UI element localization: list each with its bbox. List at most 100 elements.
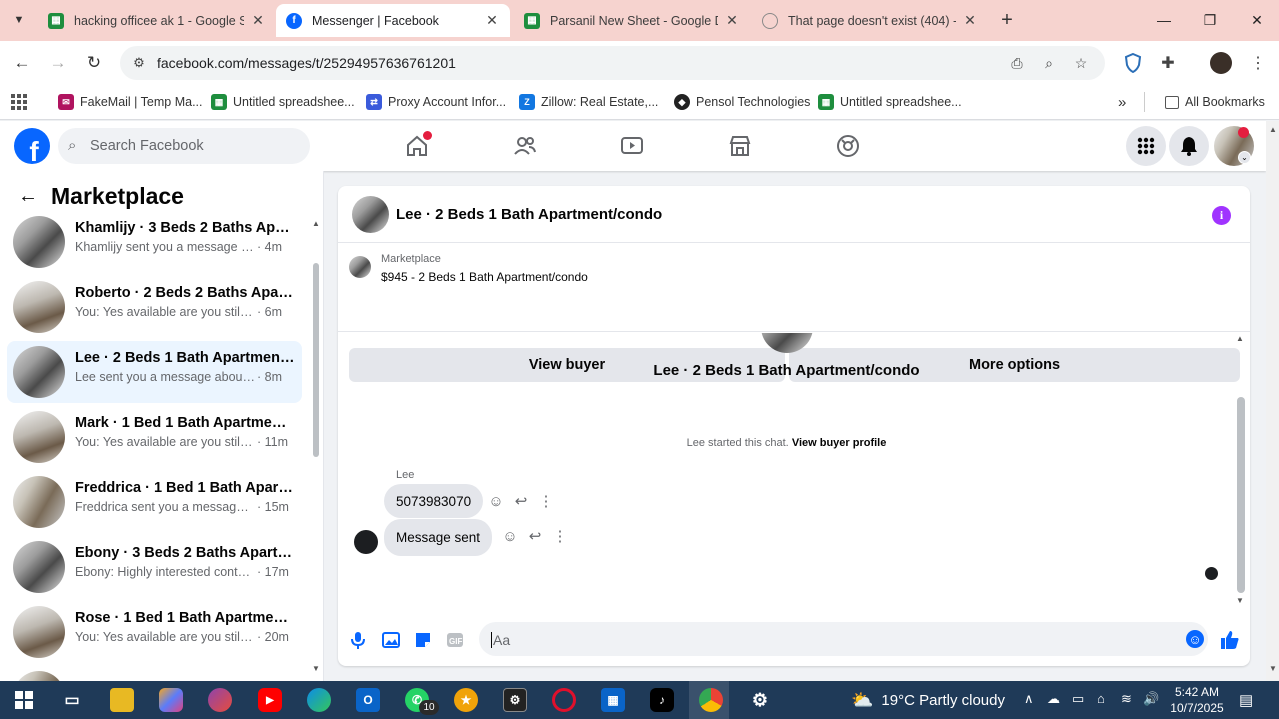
close-tab-icon[interactable]: ✕: [484, 12, 500, 29]
file-explorer-icon[interactable]: [110, 688, 134, 712]
volume-icon[interactable]: 🔊: [1143, 691, 1159, 707]
back-arrow-icon[interactable]: ←: [18, 185, 38, 208]
bookmark-spreadsheet-2[interactable]: ▦ Untitled spreadshee...: [818, 92, 962, 112]
more-actions-icon[interactable]: ⋮: [537, 492, 555, 510]
outlook-icon[interactable]: O: [356, 688, 380, 712]
scroll-up-icon[interactable]: ▲: [1236, 334, 1244, 343]
scroll-up-icon[interactable]: ▲: [1269, 125, 1277, 134]
tab-parsanil-sheet[interactable]: ▦ Parsanil New Sheet - Google Dr ✕: [514, 4, 750, 37]
facebook-search-input[interactable]: ⌕ Search Facebook: [58, 128, 310, 164]
install-app-icon[interactable]: ⎙: [1008, 54, 1026, 72]
all-bookmarks[interactable]: All Bookmarks: [1165, 92, 1265, 112]
menu-grid-button[interactable]: [1126, 126, 1166, 166]
emoji-icon[interactable]: ☺: [1186, 630, 1204, 648]
url-text[interactable]: facebook.com/messages/t/2529495763676120…: [157, 55, 456, 71]
message-thread-scrollbar[interactable]: ▲ ▼: [1236, 333, 1246, 613]
page-scrollbar[interactable]: ▲ ▼: [1266, 121, 1279, 681]
react-emoji-icon[interactable]: ☺: [487, 492, 505, 510]
react-emoji-icon[interactable]: ☺: [501, 527, 519, 545]
conversation-item[interactable]: Roberto · 2 Beds 2 Baths Apart... You: Y…: [7, 276, 302, 338]
bookmark-zillow[interactable]: Z Zillow: Real Estate,...: [519, 92, 658, 112]
sender-avatar[interactable]: [354, 530, 378, 554]
close-window-icon[interactable]: ✕: [1245, 8, 1269, 32]
extensions-icon[interactable]: ✚: [1157, 52, 1179, 74]
sticker-icon[interactable]: [413, 630, 433, 650]
info-icon[interactable]: i: [1212, 206, 1231, 225]
video-nav-icon[interactable]: [618, 132, 646, 160]
site-info-icon[interactable]: ⚙: [130, 54, 148, 72]
zoom-icon[interactable]: ⌕: [1040, 54, 1058, 72]
scroll-down-icon[interactable]: ▼: [1269, 664, 1277, 673]
more-actions-icon[interactable]: ⋮: [551, 527, 569, 545]
listing-price[interactable]: $945 - 2 Beds 1 Bath Apartment/condo: [381, 270, 588, 284]
chrome-icon[interactable]: [699, 688, 723, 712]
chat-avatar[interactable]: [352, 196, 389, 233]
app-icon[interactable]: [208, 688, 232, 712]
tab-404-page[interactable]: That page doesn't exist (404) - F ✕: [752, 4, 988, 37]
bookmark-fakemail[interactable]: ✉ FakeMail | Temp Ma...: [58, 92, 203, 112]
rewards-icon[interactable]: ★: [454, 688, 478, 712]
youtube-icon[interactable]: ▶: [258, 688, 282, 712]
chrome-menu-icon[interactable]: ⋮: [1247, 52, 1269, 74]
reply-icon[interactable]: ↩: [512, 492, 530, 510]
message-bubble[interactable]: 5073983070: [384, 484, 484, 518]
copilot-icon[interactable]: [159, 688, 183, 712]
bookmark-pensol[interactable]: ◆ Pensol Technologies: [674, 92, 810, 112]
conversation-item[interactable]: Khamlijy · 3 Beds 2 Baths Apart... Khaml…: [7, 211, 302, 273]
chevron-down-icon[interactable]: ⌄: [1238, 151, 1251, 164]
view-buyer-profile-link[interactable]: View buyer profile: [792, 437, 887, 449]
friends-nav-icon[interactable]: [511, 132, 539, 160]
close-tab-icon[interactable]: ✕: [724, 12, 740, 29]
notifications-button[interactable]: [1169, 126, 1209, 166]
restore-icon[interactable]: ❐: [1198, 8, 1222, 32]
marketplace-nav-icon[interactable]: [726, 132, 754, 160]
scroll-down-icon[interactable]: ▼: [312, 664, 320, 673]
gif-icon[interactable]: GIF: [445, 630, 465, 650]
minimize-icon[interactable]: —: [1152, 8, 1176, 32]
apps-grid-icon[interactable]: [11, 92, 27, 112]
tab-search-dropdown-icon[interactable]: ▼: [8, 9, 30, 31]
conversation-item-partial[interactable]: [7, 666, 302, 681]
opera-icon[interactable]: [552, 688, 576, 712]
scroll-down-icon[interactable]: ▼: [1236, 596, 1244, 605]
wifi-icon[interactable]: ≋: [1121, 691, 1132, 707]
network-icon[interactable]: ⌂: [1097, 691, 1105, 706]
address-bar[interactable]: ⚙ facebook.com/messages/t/25294957636761…: [120, 46, 1105, 80]
new-tab-icon[interactable]: +: [996, 9, 1018, 31]
scroll-up-icon[interactable]: ▲: [312, 219, 320, 228]
profile-avatar-icon[interactable]: [1210, 52, 1232, 74]
photo-icon[interactable]: [381, 630, 401, 650]
reply-icon[interactable]: ↩: [526, 527, 544, 545]
scrollbar-thumb[interactable]: [1237, 397, 1245, 593]
chat-header-name[interactable]: Lee · 2 Beds 1 Bath Apartment/condo: [396, 206, 662, 223]
reload-icon[interactable]: ↻: [82, 51, 106, 75]
system-clock[interactable]: 5:42 AM 10/7/2025: [1169, 684, 1225, 716]
conversation-item[interactable]: Rose · 1 Bed 1 Bath Apartment/c... You: …: [7, 601, 302, 663]
task-view-icon[interactable]: ▭: [60, 688, 84, 712]
weather-widget[interactable]: ⛅ 19°C Partly cloudy: [851, 690, 1005, 711]
like-thumb-icon[interactable]: [1220, 630, 1240, 650]
buyer-avatar[interactable]: [761, 333, 813, 353]
tab-hacking-sheet[interactable]: ▦ hacking officee ak 1 - Google Sh ✕: [38, 4, 276, 37]
bookmark-proxy[interactable]: ⇄ Proxy Account Infor...: [366, 92, 506, 112]
close-tab-icon[interactable]: ✕: [250, 12, 266, 29]
battery-icon[interactable]: ▭: [1072, 691, 1084, 707]
bookmark-star-icon[interactable]: ☆: [1072, 54, 1090, 72]
tiktok-icon[interactable]: ♪: [650, 688, 674, 712]
tab-messenger[interactable]: f Messenger | Facebook ✕: [276, 4, 510, 37]
conversation-item[interactable]: Mark · 1 Bed 1 Bath Apartment/... You: Y…: [7, 406, 302, 468]
gaming-nav-icon[interactable]: [834, 132, 862, 160]
back-icon[interactable]: ←: [10, 51, 34, 75]
close-tab-icon[interactable]: ✕: [962, 12, 978, 29]
notification-center-icon[interactable]: ▤: [1239, 691, 1253, 709]
settings-gear-icon[interactable]: ⚙: [748, 688, 772, 712]
conversation-list-scrollbar[interactable]: ▲ ▼: [312, 211, 320, 676]
home-nav-icon[interactable]: [403, 131, 432, 160]
conversation-item[interactable]: Freddrica · 1 Bed 1 Bath Apartm... Fredd…: [7, 471, 302, 533]
more-bookmarks-icon[interactable]: »: [1118, 92, 1126, 112]
message-input[interactable]: Aa ☺: [479, 622, 1208, 656]
facebook-logo-icon[interactable]: f: [14, 128, 50, 164]
message-bubble[interactable]: Message sent: [384, 519, 493, 556]
show-hidden-icons-chevron-icon[interactable]: ∧: [1024, 691, 1034, 707]
brave-shield-icon[interactable]: [1122, 52, 1144, 74]
